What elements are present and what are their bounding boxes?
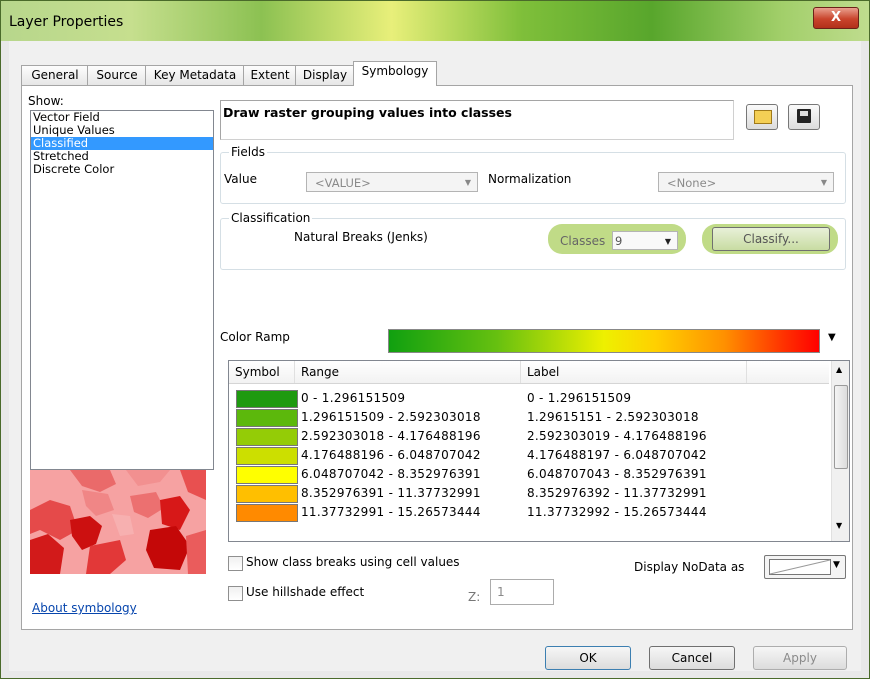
show-item-discrete-color[interactable]: Discrete Color: [31, 163, 213, 176]
header-symbol[interactable]: Symbol: [229, 361, 295, 383]
label-cell[interactable]: 0 - 1.296151509: [527, 391, 631, 405]
about-symbology-link[interactable]: About symbology: [32, 601, 137, 615]
range-cell[interactable]: 6.048707042 - 8.352976391: [301, 467, 481, 481]
class-color-swatch[interactable]: [236, 390, 298, 408]
layer-properties-window: Layer Properties X General Source Key Me…: [0, 0, 870, 679]
z-label: Z:: [468, 590, 481, 604]
range-cell[interactable]: 2.592303018 - 4.176488196: [301, 429, 481, 443]
table-row[interactable]: 8.352976391 - 11.37732991 8.352976392 - 1…: [229, 484, 829, 503]
table-header: Symbol Range Label: [229, 361, 829, 384]
close-button[interactable]: X: [813, 7, 859, 29]
nodata-swatch-icon: [769, 559, 831, 575]
tab-general[interactable]: General: [21, 65, 89, 85]
show-list[interactable]: Vector Field Unique Values Classified St…: [30, 110, 214, 470]
scroll-up-icon[interactable]: ▲: [836, 365, 842, 374]
description-box: Draw raster grouping values into classes: [220, 100, 734, 140]
class-color-swatch[interactable]: [236, 428, 298, 446]
table-scrollbar[interactable]: ▲ ▼: [831, 361, 849, 541]
color-ramp-dropdown-icon[interactable]: ▼: [828, 332, 836, 343]
apply-button[interactable]: Apply: [753, 646, 847, 670]
table-row[interactable]: 1.296151509 - 2.592303018 1.29615151 - 2.…: [229, 408, 829, 427]
color-ramp-label: Color Ramp: [220, 330, 290, 344]
class-color-swatch[interactable]: [236, 447, 298, 465]
ok-button[interactable]: OK: [545, 646, 631, 670]
classification-legend: Classification: [229, 211, 313, 225]
open-folder-button[interactable]: [746, 104, 778, 130]
nodata-label: Display NoData as: [634, 560, 745, 574]
range-cell[interactable]: 8.352976391 - 11.37732991: [301, 486, 481, 500]
tab-symbology[interactable]: Symbology: [353, 61, 437, 86]
chevron-down-icon: ▼: [464, 178, 471, 187]
header-label[interactable]: Label: [521, 361, 747, 383]
class-color-swatch[interactable]: [236, 485, 298, 503]
scrollbar-thumb[interactable]: [834, 385, 848, 469]
class-color-swatch[interactable]: [236, 466, 298, 484]
table-row[interactable]: 6.048707042 - 8.352976391 6.048707043 - 8…: [229, 465, 829, 484]
color-ramp-swatch[interactable]: [388, 329, 820, 353]
label-cell[interactable]: 6.048707043 - 8.352976391: [527, 467, 707, 481]
class-table[interactable]: Symbol Range Label 0 - 1.296151509 0 - 1.…: [228, 360, 850, 542]
class-breaks-label: Show class breaks using cell values: [246, 555, 460, 569]
dialog-client: General Source Key Metadata Extent Displ…: [9, 41, 861, 671]
range-cell[interactable]: 11.37732991 - 15.26573444: [301, 505, 481, 519]
label-cell[interactable]: 11.37732992 - 15.26573444: [527, 505, 707, 519]
symbology-panel: Show: Vector Field Unique Values Classif…: [21, 85, 853, 630]
classify-button[interactable]: Classify...: [712, 227, 830, 251]
class-color-swatch[interactable]: [236, 504, 298, 522]
value-label: Value: [224, 172, 257, 186]
nodata-color-picker[interactable]: ▼: [764, 555, 846, 579]
symbology-preview-image: [30, 470, 206, 574]
class-breaks-checkbox[interactable]: [228, 556, 243, 571]
floppy-label: [800, 111, 808, 116]
classes-label: Classes: [560, 234, 606, 248]
tab-display[interactable]: Display: [295, 65, 355, 85]
value-combo-text: <VALUE>: [315, 176, 371, 190]
normalization-label: Normalization: [488, 172, 572, 186]
range-cell[interactable]: 1.296151509 - 2.592303018: [301, 410, 481, 424]
range-cell[interactable]: 4.176488196 - 6.048707042: [301, 448, 481, 462]
chevron-down-icon: ▼: [820, 178, 827, 187]
window-title: Layer Properties: [9, 14, 124, 30]
chevron-down-icon: ▼: [664, 237, 671, 246]
title-bar[interactable]: Layer Properties X: [1, 1, 869, 41]
classes-combo-text: 9: [615, 234, 623, 248]
scroll-down-icon[interactable]: ▼: [836, 521, 842, 530]
table-row[interactable]: 2.592303018 - 4.176488196 2.592303019 - 4…: [229, 427, 829, 446]
cancel-button[interactable]: Cancel: [649, 646, 735, 670]
classes-combo[interactable]: 9 ▼: [612, 231, 678, 250]
label-cell[interactable]: 2.592303019 - 4.176488196: [527, 429, 707, 443]
description-text: Draw raster grouping values into classes: [223, 105, 512, 120]
class-color-swatch[interactable]: [236, 409, 298, 427]
chevron-down-icon: ▼: [833, 560, 840, 570]
tab-key-metadata[interactable]: Key Metadata: [145, 65, 245, 85]
label-cell[interactable]: 4.176488197 - 6.048707042: [527, 448, 707, 462]
tab-source[interactable]: Source: [87, 65, 147, 85]
normalization-combo[interactable]: <None> ▼: [658, 172, 834, 192]
hillshade-label: Use hillshade effect: [246, 585, 365, 599]
label-cell[interactable]: 8.352976392 - 11.37732991: [527, 486, 707, 500]
classification-method: Natural Breaks (Jenks): [294, 230, 428, 244]
tab-extent[interactable]: Extent: [243, 65, 297, 85]
table-row[interactable]: 4.176488196 - 6.048707042 4.176488197 - 6…: [229, 446, 829, 465]
table-row[interactable]: 0 - 1.296151509 0 - 1.296151509: [229, 389, 829, 408]
hillshade-checkbox[interactable]: [228, 586, 243, 601]
show-label: Show:: [28, 94, 64, 108]
normalization-combo-text: <None>: [667, 176, 717, 190]
table-row[interactable]: 11.37732991 - 15.26573444 11.37732992 - 1…: [229, 503, 829, 522]
fields-legend: Fields: [229, 145, 267, 159]
save-button[interactable]: [788, 104, 820, 130]
header-range[interactable]: Range: [295, 361, 521, 383]
label-cell[interactable]: 1.29615151 - 2.592303018: [527, 410, 699, 424]
value-combo[interactable]: <VALUE> ▼: [306, 172, 478, 192]
z-factor-input[interactable]: 1: [490, 579, 554, 605]
folder-icon: [754, 110, 772, 124]
range-cell[interactable]: 0 - 1.296151509: [301, 391, 405, 405]
